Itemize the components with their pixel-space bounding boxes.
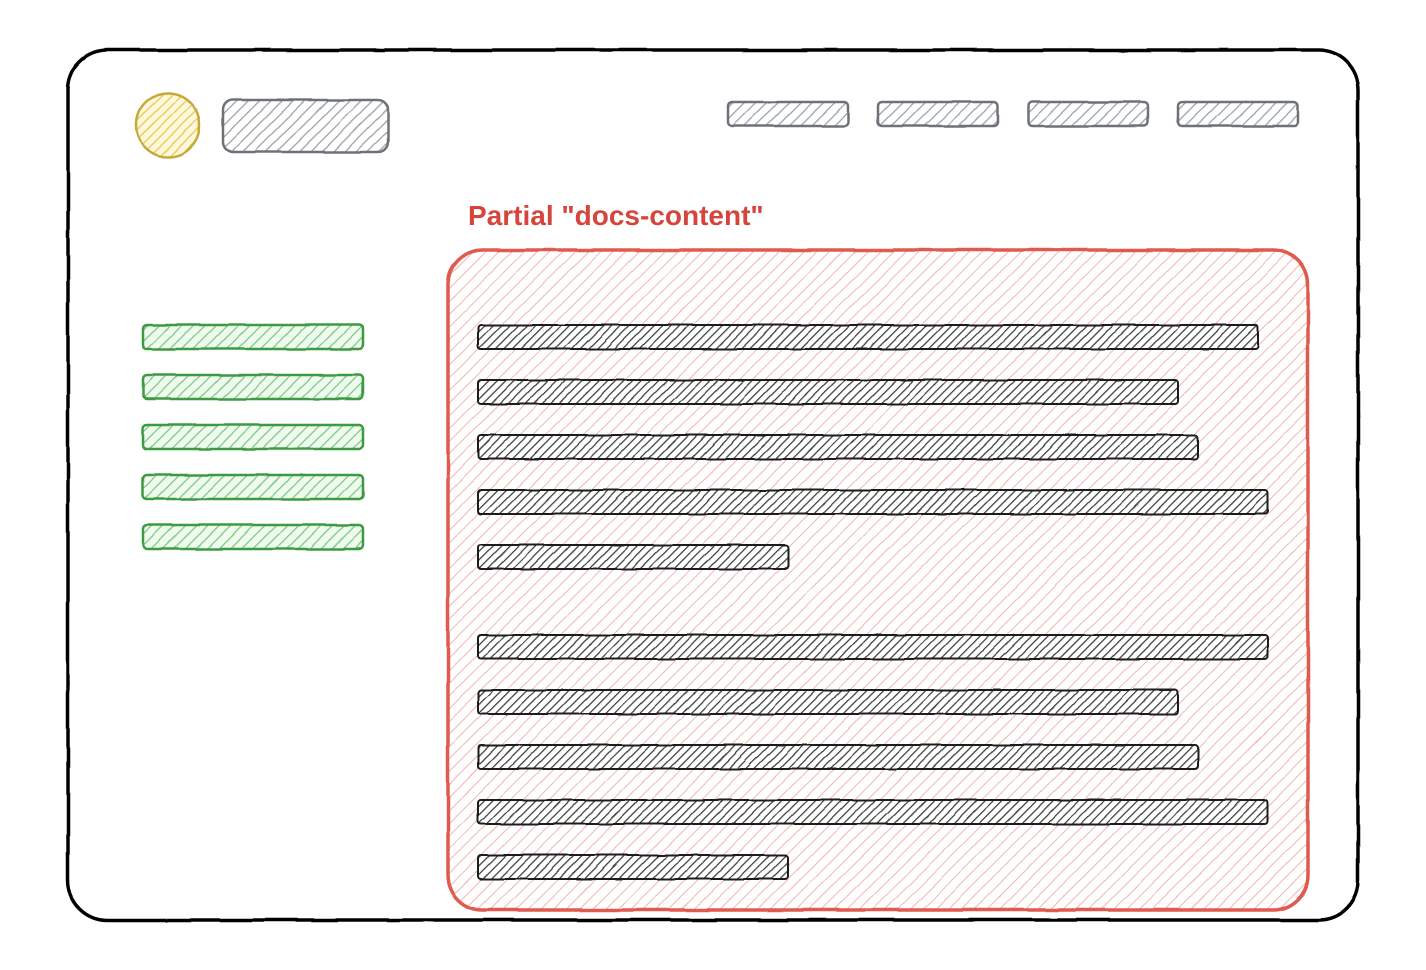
topnav-item-3[interactable] (1028, 102, 1148, 126)
text-line (478, 745, 1198, 769)
topnav-item-4[interactable] (1178, 102, 1298, 126)
sidebar-item-3[interactable] (143, 425, 363, 449)
text-line (478, 490, 1268, 514)
text-line (478, 435, 1198, 459)
sidebar-item-1[interactable] (143, 325, 363, 349)
topnav-item-1[interactable] (728, 102, 848, 126)
text-line (478, 325, 1258, 349)
sidebar-item-4[interactable] (143, 475, 363, 499)
sidebar-item-5[interactable] (143, 525, 363, 549)
wireframe-diagram: Partial "docs-content" (48, 40, 1378, 930)
logo-icon (136, 93, 200, 157)
text-line (478, 855, 788, 879)
text-line (478, 800, 1268, 824)
brand-box (223, 100, 388, 152)
annotation-label: Partial "docs-content" (468, 200, 764, 232)
text-line (478, 545, 788, 569)
text-line (478, 690, 1178, 714)
sidebar-item-2[interactable] (143, 375, 363, 399)
text-line (478, 380, 1178, 404)
text-line (478, 635, 1268, 659)
topnav-item-2[interactable] (878, 102, 998, 126)
